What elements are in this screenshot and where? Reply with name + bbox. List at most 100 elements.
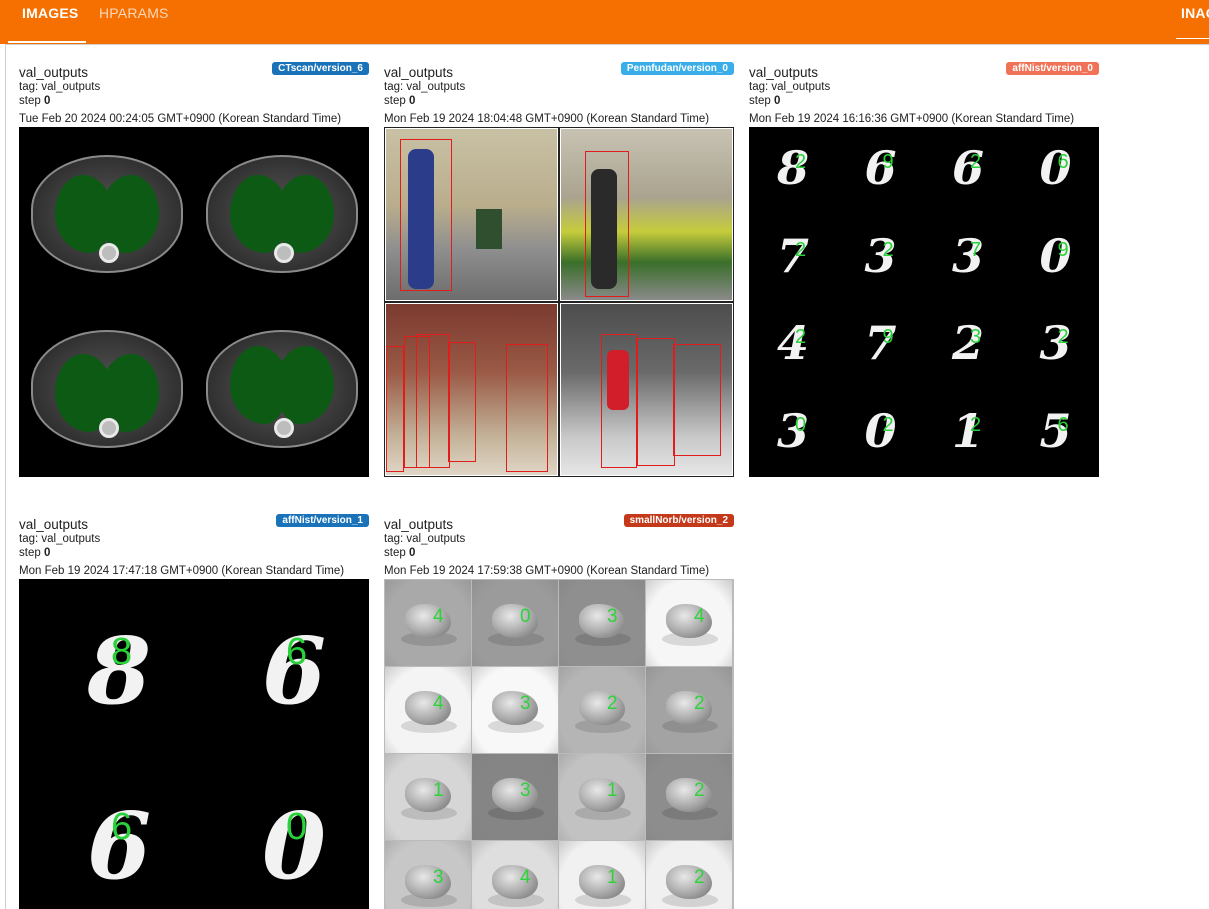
pedestrian-photo — [385, 128, 558, 301]
step-label: step — [19, 95, 41, 107]
predicted-label: 6 — [286, 631, 308, 673]
predicted-label: 4 — [520, 867, 531, 888]
tab-images[interactable]: IMAGES — [22, 0, 78, 44]
predicted-label: 6 — [1057, 151, 1069, 173]
card-title: val_outputs — [19, 65, 89, 80]
predicted-label: 1 — [433, 780, 444, 801]
predicted-label: 2 — [694, 780, 705, 801]
object-thumbnail: 3 — [472, 754, 559, 841]
card-step: step 0 — [384, 95, 415, 107]
run-chip: CTscan/version_6 — [272, 62, 369, 75]
pedestrian-photo — [560, 303, 733, 476]
step-value: 0 — [408, 95, 416, 107]
pedestrian-photo — [385, 303, 558, 476]
object-thumbnail: 4 — [472, 841, 559, 909]
object-thumbnail: 2 — [646, 754, 733, 841]
object-thumbnail: 2 — [646, 667, 733, 754]
predicted-label: 9 — [882, 326, 894, 348]
predicted-label: 4 — [433, 606, 444, 627]
card-timestamp: Mon Feb 19 2024 17:59:38 GMT+0900 (Korea… — [384, 565, 710, 577]
digit-image-grid[interactable]: 88666600 — [19, 579, 369, 909]
active-tab-indicator — [8, 41, 86, 43]
step-value: 0 — [773, 95, 781, 107]
object-thumbnail: 1 — [385, 754, 472, 841]
predicted-label: 0 — [795, 413, 807, 436]
images-dashboard: val_outputs CTscan/version_6 tag: val_ou… — [5, 44, 1209, 909]
predicted-label: 1 — [607, 780, 618, 801]
predicted-label: 9 — [882, 151, 894, 173]
ct-image-grid[interactable] — [19, 127, 369, 477]
predicted-label: 2 — [970, 151, 982, 173]
predicted-label: 2 — [970, 413, 982, 436]
predicted-label: 2 — [882, 413, 894, 436]
card-step: step 0 — [19, 95, 50, 107]
object-thumbnail: 3 — [385, 841, 472, 909]
card-tag: tag: val_outputs — [19, 81, 101, 93]
card-timestamp: Mon Feb 19 2024 16:16:36 GMT+0900 (Korea… — [749, 113, 1075, 125]
step-value: 0 — [43, 95, 51, 107]
run-chip: smallNorb/version_2 — [623, 514, 734, 527]
pedestrian-image-grid[interactable] — [384, 127, 734, 477]
object-thumbnail: 2 — [559, 667, 646, 754]
run-chip: affNist/version_1 — [276, 514, 369, 527]
card-title: val_outputs — [384, 517, 454, 532]
card-step: step 0 — [19, 547, 50, 559]
card-title: val_outputs — [19, 517, 89, 532]
card-timestamp: Mon Feb 19 2024 17:47:18 GMT+0900 (Korea… — [19, 565, 345, 577]
object-thumbnail: 4 — [385, 667, 472, 754]
step-label: step — [749, 95, 771, 107]
top-app-bar: IMAGES HPARAMS INAG — [0, 0, 1209, 44]
predicted-label: 2 — [882, 238, 894, 261]
ct-slice — [19, 127, 194, 302]
predicted-label: 0 — [286, 806, 308, 848]
step-label: step — [384, 95, 406, 107]
object-thumbnail: 2 — [646, 841, 733, 909]
step-value: 0 — [43, 547, 51, 559]
card-title: val_outputs — [384, 65, 454, 80]
card-step: step 0 — [384, 547, 415, 559]
predicted-label: 4 — [694, 606, 705, 627]
predicted-label: 2 — [795, 151, 807, 173]
tab-hparams[interactable]: HPARAMS — [99, 0, 169, 44]
object-thumbnail: 3 — [559, 580, 646, 667]
step-label: step — [384, 547, 406, 559]
card-tag: tag: val_outputs — [384, 81, 466, 93]
card-tag: tag: val_outputs — [384, 533, 466, 545]
predicted-label: 2 — [795, 238, 807, 261]
predicted-label: 7 — [970, 238, 982, 261]
digit-image-grid[interactable]: 82696206723237094279233230021256 — [749, 127, 1099, 477]
predicted-label: 3 — [607, 606, 618, 627]
predicted-label: 3 — [520, 780, 531, 801]
step-label: step — [19, 547, 41, 559]
object-thumbnail: 4 — [646, 580, 733, 667]
predicted-label: 3 — [520, 693, 531, 714]
predicted-label: 6 — [1057, 413, 1069, 436]
step-value: 0 — [408, 547, 416, 559]
object-thumbnail: 3 — [472, 667, 559, 754]
object-thumbnail: 1 — [559, 841, 646, 909]
predicted-label: 9 — [1057, 238, 1069, 261]
run-chip: affNist/version_0 — [1006, 62, 1099, 75]
predicted-label: 2 — [694, 693, 705, 714]
predicted-label: 2 — [607, 693, 618, 714]
predicted-label: 4 — [433, 693, 444, 714]
object-image-grid[interactable]: 4 0 3 4 4 3 2 2 1 3 1 2 3 4 1 2 — [384, 579, 734, 909]
card-step: step 0 — [749, 95, 780, 107]
predicted-label: 0 — [520, 606, 531, 627]
secondary-tab-indicator — [1176, 38, 1209, 39]
object-thumbnail: 1 — [559, 754, 646, 841]
card-title: val_outputs — [749, 65, 819, 80]
object-thumbnail: 4 — [385, 580, 472, 667]
card-timestamp: Mon Feb 19 2024 18:04:48 GMT+0900 (Korea… — [384, 113, 710, 125]
ct-slice — [194, 127, 369, 302]
predicted-label: 2 — [694, 867, 705, 888]
card-tag: tag: val_outputs — [19, 533, 101, 545]
card-timestamp: Tue Feb 20 2024 00:24:05 GMT+0900 (Korea… — [19, 113, 342, 125]
pedestrian-photo — [560, 128, 733, 301]
predicted-label: 1 — [607, 867, 618, 888]
ct-slice — [194, 302, 369, 477]
predicted-label: 2 — [795, 326, 807, 348]
predicted-label: 3 — [433, 867, 444, 888]
ct-slice — [19, 302, 194, 477]
predicted-label: 6 — [111, 806, 133, 848]
